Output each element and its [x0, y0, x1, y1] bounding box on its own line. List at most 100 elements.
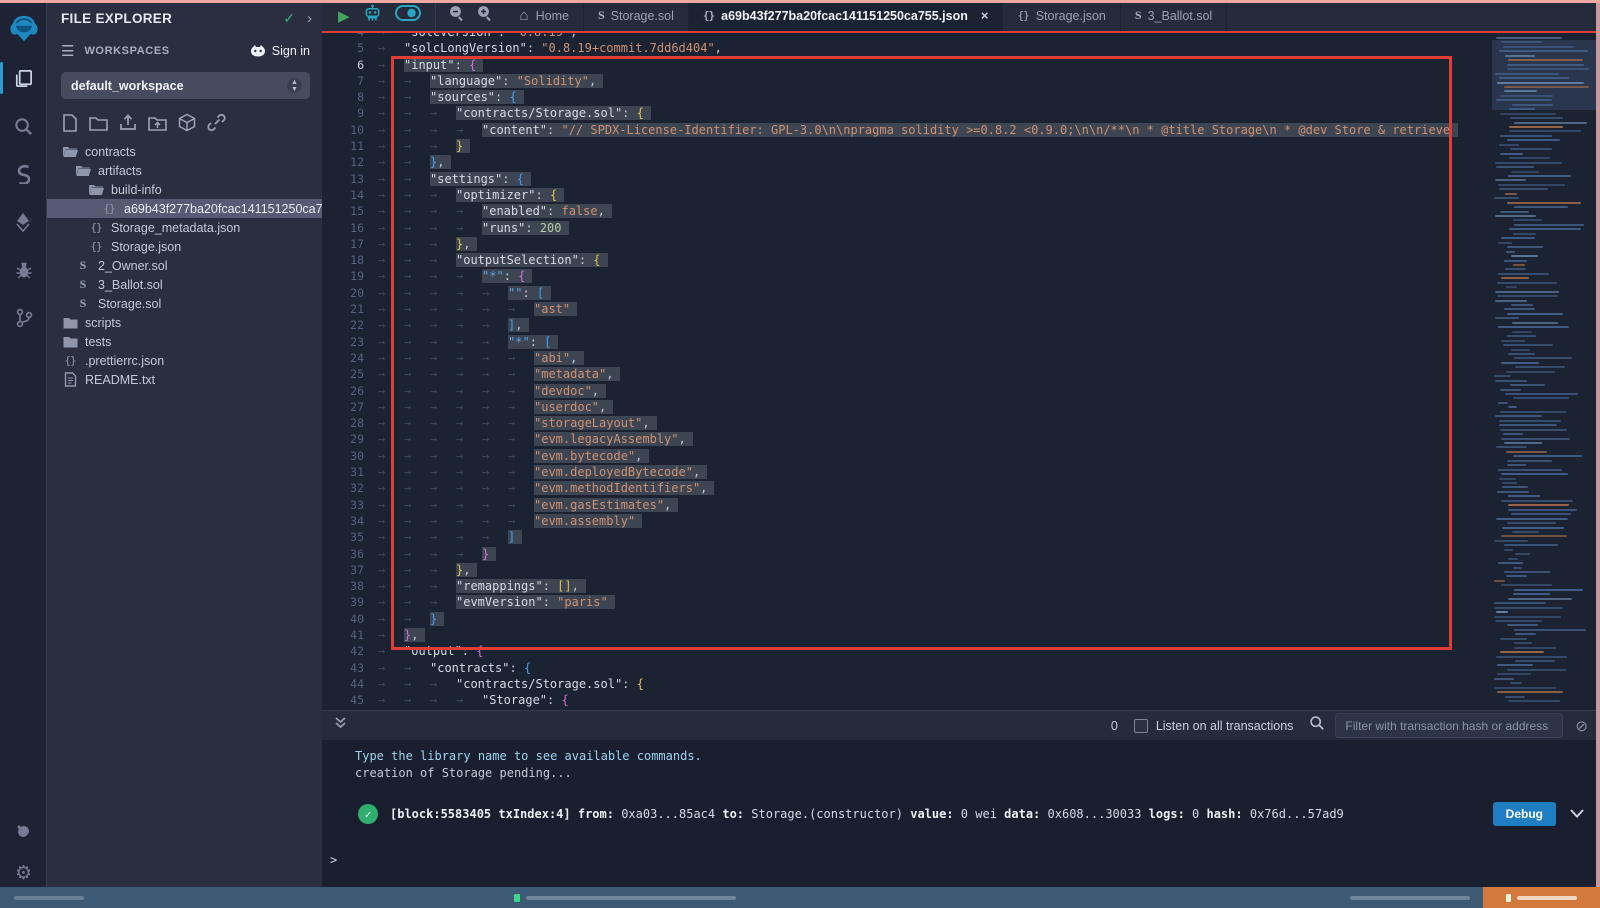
tree-item-storage-sol[interactable]: SStorage.sol	[47, 294, 322, 313]
file-explorer-icon[interactable]	[0, 58, 47, 98]
new-folder-icon[interactable]	[89, 115, 108, 131]
transaction-summary: [block:5583405 txIndex:4] from: 0xa03...…	[390, 807, 1479, 821]
json-file-icon: {}	[88, 240, 104, 253]
minimap[interactable]	[1492, 33, 1596, 710]
solidity-file-icon: S	[598, 8, 604, 23]
code-line-26: 26→→→→→→"devdoc",	[322, 383, 1458, 399]
git-icon[interactable]	[0, 298, 47, 338]
json-file-icon: {}	[62, 354, 78, 367]
code-line-29: 29→→→→→→"evm.legacyAssembly",	[322, 431, 1458, 447]
line-number: 19	[322, 268, 378, 284]
transaction-row[interactable]: ✓ [block:5583405 txIndex:4] from: 0xa03.…	[358, 802, 1588, 826]
code-line-13: 13→→"settings": {	[322, 171, 1458, 187]
tree-item-storage-json[interactable]: {}Storage.json	[47, 237, 322, 256]
deploy-run-icon[interactable]	[0, 202, 47, 242]
code-line-41: 41→},	[322, 627, 1458, 643]
terminal-output[interactable]: Type the library name to see available c…	[322, 740, 1600, 887]
hamburger-menu-icon[interactable]: ☰	[61, 42, 74, 60]
remixai-robot-icon[interactable]	[363, 4, 382, 27]
upload-file-icon[interactable]	[119, 114, 137, 131]
run-script-button[interactable]: ▶	[338, 7, 350, 25]
line-number: 36	[322, 546, 378, 562]
tree-item-a69b43f277ba20fcac141151250ca7-[interactable]: {}a69b43f277ba20fcac141151250ca7...	[47, 199, 322, 218]
link-icon[interactable]	[207, 113, 226, 132]
line-number: 41	[322, 627, 378, 643]
github-icon	[250, 44, 266, 58]
tree-item-artifacts[interactable]: artifacts	[47, 161, 322, 180]
tree-item-contracts[interactable]: contracts	[47, 142, 322, 161]
terminal-prompt[interactable]: >	[330, 853, 337, 867]
remix-logo-icon[interactable]	[0, 8, 47, 50]
tree-item-readme-txt[interactable]: README.txt	[47, 370, 322, 389]
tab-home[interactable]: ⌂Home	[506, 0, 584, 31]
plugin-manager-icon[interactable]	[0, 812, 47, 852]
code-line-42: 42→"output": {	[322, 643, 1458, 659]
sign-in-button[interactable]: Sign in	[250, 44, 310, 58]
new-file-icon[interactable]	[62, 114, 78, 132]
line-number: 9	[322, 105, 378, 121]
settings-icon[interactable]: ⚙	[0, 853, 47, 893]
tab-a69b43f277ba20fcac141151250ca755-json[interactable]: {}a69b43f277ba20fcac141151250ca755.json×	[689, 0, 1004, 31]
solidity-compiler-icon[interactable]	[0, 154, 47, 194]
solidity-file-icon: S	[1135, 8, 1141, 23]
tree-item-3-ballot-sol[interactable]: S3_Ballot.sol	[47, 275, 322, 294]
terminal-search-icon[interactable]	[1309, 715, 1325, 736]
chevron-right-icon[interactable]: ›	[307, 10, 312, 27]
search-icon[interactable]	[0, 106, 47, 146]
code-line-22: 22→→→→→],	[322, 317, 1458, 333]
line-number: 34	[322, 513, 378, 529]
tree-item-build-info[interactable]: build-info	[47, 180, 322, 199]
tab-3-ballot-sol[interactable]: S3_Ballot.sol	[1121, 0, 1227, 31]
solidity-file-icon: S	[75, 277, 91, 292]
clear-console-icon[interactable]: ⊘	[1575, 717, 1588, 735]
line-number: 43	[322, 660, 378, 676]
tx-success-check-icon: ✓	[358, 804, 378, 824]
check-icon: ✓	[283, 10, 295, 27]
tree-item-label: README.txt	[85, 373, 155, 387]
status-left-text	[14, 896, 84, 900]
tree-item-tests[interactable]: tests	[47, 332, 322, 351]
upload-folder-icon[interactable]	[148, 115, 167, 131]
tree-item--prettierrc-json[interactable]: {}.prettierrc.json	[47, 351, 322, 370]
run-tools: ▶	[322, 0, 436, 31]
ai-copilot-toggle[interactable]	[395, 5, 421, 26]
tab-storage-json[interactable]: {}Storage.json	[1003, 0, 1120, 31]
transaction-filter-input[interactable]	[1335, 713, 1563, 738]
line-number: 14	[322, 187, 378, 203]
close-tab-icon[interactable]: ×	[981, 8, 989, 23]
workspace-select[interactable]: default_workspace ▲▼	[61, 72, 310, 99]
line-number: 26	[322, 383, 378, 399]
solidity-file-icon: S	[75, 296, 91, 311]
tree-item-2-owner-sol[interactable]: S2_Owner.sol	[47, 256, 322, 275]
expand-transaction-icon[interactable]	[1570, 807, 1584, 821]
editor-topbar: ▶	[322, 0, 1600, 33]
tree-item-label: a69b43f277ba20fcac141151250ca7...	[124, 202, 322, 216]
tree-item-storage-metadata-json[interactable]: {}Storage_metadata.json	[47, 218, 322, 237]
debug-button[interactable]: Debug	[1493, 802, 1556, 826]
tree-item-scripts[interactable]: scripts	[47, 313, 322, 332]
line-number: 29	[322, 431, 378, 447]
listen-all-transactions-checkbox[interactable]	[1134, 719, 1148, 733]
window-frame-right	[1596, 0, 1600, 887]
code-editor[interactable]: 4→"solcVersion": "0.8.19",5→"solcLongVer…	[322, 33, 1600, 710]
line-number: 4	[322, 33, 378, 40]
cube-icon[interactable]	[178, 113, 196, 132]
home-icon: ⌂	[520, 7, 529, 24]
status-center-text	[514, 894, 736, 902]
line-number: 39	[322, 594, 378, 610]
code-line-20: 20→→→→→"": [	[322, 285, 1458, 301]
line-number: 11	[322, 138, 378, 154]
terminal-panel: 0 Listen on all transactions ⊘ Type the …	[322, 710, 1600, 887]
code-line-14: 14→→→"optimizer": {	[322, 187, 1458, 203]
tab-storage-sol[interactable]: S Storage.sol	[584, 0, 689, 31]
status-accent-badge[interactable]	[1483, 887, 1600, 908]
line-number: 35	[322, 529, 378, 545]
line-number: 20	[322, 285, 378, 301]
code-line-32: 32→→→→→→"evm.methodIdentifiers",	[322, 480, 1458, 496]
collapse-terminal-icon[interactable]	[334, 716, 347, 735]
tab-label: Storage.sol	[611, 9, 674, 23]
debugger-icon[interactable]	[0, 250, 47, 290]
zoom-out-icon[interactable]	[448, 4, 466, 27]
zoom-in-icon[interactable]	[476, 4, 494, 27]
code-line-28: 28→→→→→→"storageLayout",	[322, 415, 1458, 431]
